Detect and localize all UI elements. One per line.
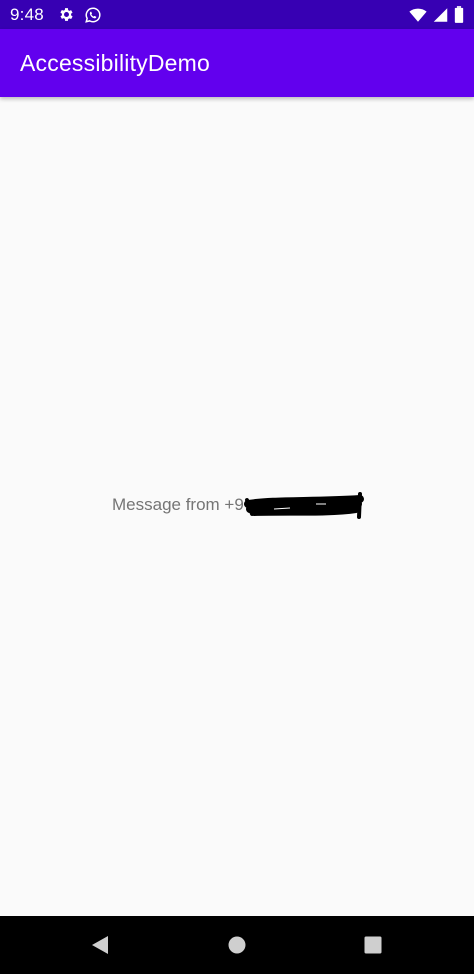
message-label: Message from +9 bbox=[112, 495, 244, 514]
back-button[interactable] bbox=[70, 916, 130, 974]
battery-icon bbox=[454, 6, 464, 23]
home-button[interactable] bbox=[207, 916, 267, 974]
system-icons bbox=[409, 6, 464, 23]
phone-screen: 9:48 AccessibilityDemo Message from +9 bbox=[0, 0, 474, 974]
notification-icons bbox=[58, 6, 102, 24]
recents-icon bbox=[364, 936, 382, 954]
redaction-scribble bbox=[244, 490, 366, 529]
status-bar: 9:48 bbox=[0, 0, 474, 29]
whatsapp-icon bbox=[84, 6, 102, 24]
status-time: 9:48 bbox=[10, 4, 44, 24]
recents-button[interactable] bbox=[343, 916, 403, 974]
wifi-icon bbox=[409, 7, 427, 23]
app-bar: AccessibilityDemo bbox=[0, 29, 474, 97]
cellular-signal-icon bbox=[433, 7, 448, 23]
app-title: AccessibilityDemo bbox=[20, 49, 211, 76]
gear-icon bbox=[58, 6, 75, 23]
main-content: Message from +9 bbox=[0, 97, 474, 916]
home-icon bbox=[228, 936, 246, 954]
navigation-bar bbox=[0, 916, 474, 974]
back-icon bbox=[92, 936, 108, 954]
